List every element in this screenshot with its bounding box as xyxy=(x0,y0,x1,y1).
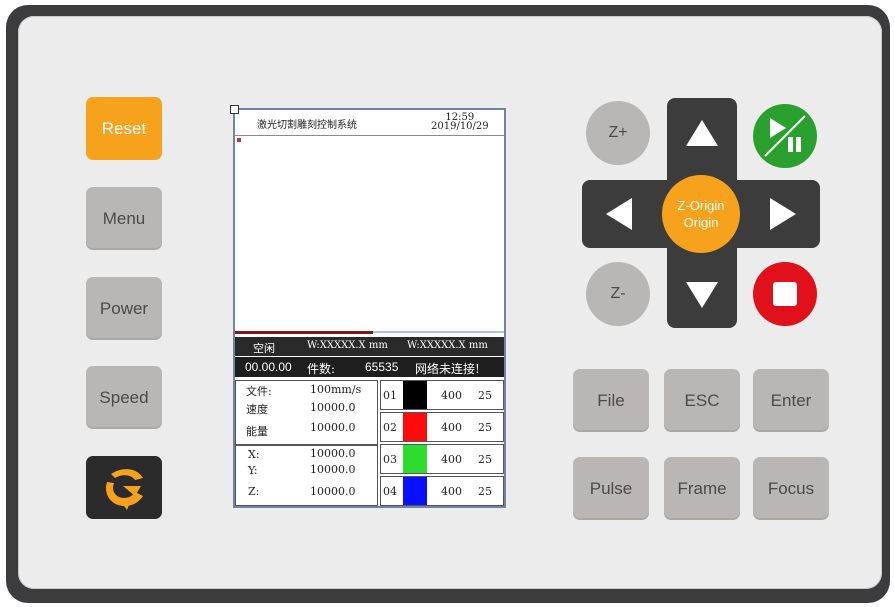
layer-number: 03 xyxy=(383,453,397,466)
layer-row: 01 400 25 xyxy=(380,380,504,410)
pieces-label: 件数: xyxy=(307,362,336,376)
layer-color-swatch xyxy=(403,381,427,409)
logo-button[interactable] xyxy=(86,456,162,519)
progress-fill xyxy=(235,331,373,334)
arrow-up-icon[interactable] xyxy=(684,118,720,148)
arrow-left-icon[interactable] xyxy=(604,196,634,232)
parameters-divider xyxy=(236,444,377,446)
layer-color-swatch xyxy=(403,445,427,473)
speed-label: 速度 xyxy=(246,403,268,416)
layer-speed: 400 xyxy=(441,389,462,402)
runtime: 00.00.00 xyxy=(245,360,292,374)
status-state: 空闲 xyxy=(253,342,275,355)
file-button[interactable]: File xyxy=(573,369,649,432)
screen-clock: 12:59 2019/10/29 xyxy=(431,113,489,132)
layer-power: 25 xyxy=(478,421,492,434)
x-value: 10000.0 xyxy=(310,447,356,460)
origin-button[interactable]: Z-Origin Origin xyxy=(662,175,740,253)
z-label: Z: xyxy=(248,485,260,498)
layer-speed: 400 xyxy=(441,453,462,466)
pieces-value: 65535 xyxy=(365,360,399,374)
status-bar-bottom: 00.00.00 件数: 65535 网络未连接! xyxy=(235,357,504,377)
layer-power: 25 xyxy=(478,453,492,466)
screen-title: 激光切割雕刻控制系统 xyxy=(257,120,357,131)
layer-number: 04 xyxy=(383,485,397,498)
pulse-button[interactable]: Pulse xyxy=(573,457,649,520)
w-right-readout: W:XXXXX.X mm xyxy=(407,340,488,351)
frame-button[interactable]: Frame xyxy=(664,457,740,520)
z-origin-label: Z-Origin xyxy=(677,198,725,213)
network-status: 网络未连接! xyxy=(415,362,480,376)
reset-button[interactable]: Reset xyxy=(86,97,162,160)
layer-row: 02 400 25 xyxy=(380,412,504,442)
arrow-down-icon[interactable] xyxy=(684,280,720,310)
status-bar-top: 空闲 W:XXXXX.X mm W:XXXXX.X mm xyxy=(235,337,504,356)
stop-button[interactable] xyxy=(753,262,817,326)
layer-color-swatch xyxy=(403,413,427,441)
layer-power: 25 xyxy=(478,485,492,498)
layer-number: 02 xyxy=(383,421,397,434)
parameters-panel: 文件: 100mm/s 速度 10000.0 能量 10000.0 X: 100… xyxy=(235,380,378,506)
layer-list: 01 400 25 02 400 25 03 400 25 04 400 25 xyxy=(380,380,504,506)
z-minus-button[interactable]: Z- xyxy=(586,262,650,326)
file-value: 100mm/s xyxy=(310,383,362,396)
y-value: 10000.0 xyxy=(310,463,356,476)
screen-date: 2019/10/29 xyxy=(431,121,489,132)
power-value: 10000.0 xyxy=(310,421,356,434)
enter-button[interactable]: Enter xyxy=(753,369,829,432)
w-left-readout: W:XXXXX.X mm xyxy=(307,340,388,351)
layer-speed: 400 xyxy=(441,485,462,498)
layer-row: 03 400 25 xyxy=(380,444,504,474)
c-swirl-logo-icon xyxy=(105,468,143,510)
z-plus-button[interactable]: Z+ xyxy=(586,101,650,165)
resize-handle xyxy=(230,105,239,114)
power-button[interactable]: Power xyxy=(86,277,162,340)
layer-speed: 400 xyxy=(441,421,462,434)
esc-button[interactable]: ESC xyxy=(664,369,740,432)
play-pause-icon xyxy=(764,115,806,157)
focus-button[interactable]: Focus xyxy=(753,457,829,520)
y-label: Y: xyxy=(248,464,258,477)
stop-icon xyxy=(773,282,797,306)
x-label: X: xyxy=(248,448,260,461)
lcd-screen: 激光切割雕刻控制系统 12:59 2019/10/29 空闲 W:XXXXX.X… xyxy=(230,105,506,508)
layer-color-swatch xyxy=(403,477,427,505)
speed-value: 10000.0 xyxy=(310,401,356,414)
file-label: 文件: xyxy=(246,385,272,398)
layer-power: 25 xyxy=(478,389,492,402)
preview-area xyxy=(235,136,504,330)
layer-row: 04 400 25 xyxy=(380,476,504,506)
origin-label: Origin xyxy=(683,215,719,230)
speed-button[interactable]: Speed xyxy=(86,366,162,429)
menu-button[interactable]: Menu xyxy=(86,187,162,250)
z-value: 10000.0 xyxy=(310,485,356,498)
arrow-right-icon[interactable] xyxy=(768,196,798,232)
start-pause-button[interactable] xyxy=(753,104,817,168)
layer-number: 01 xyxy=(383,389,397,402)
power-label: 能量 xyxy=(246,425,268,438)
